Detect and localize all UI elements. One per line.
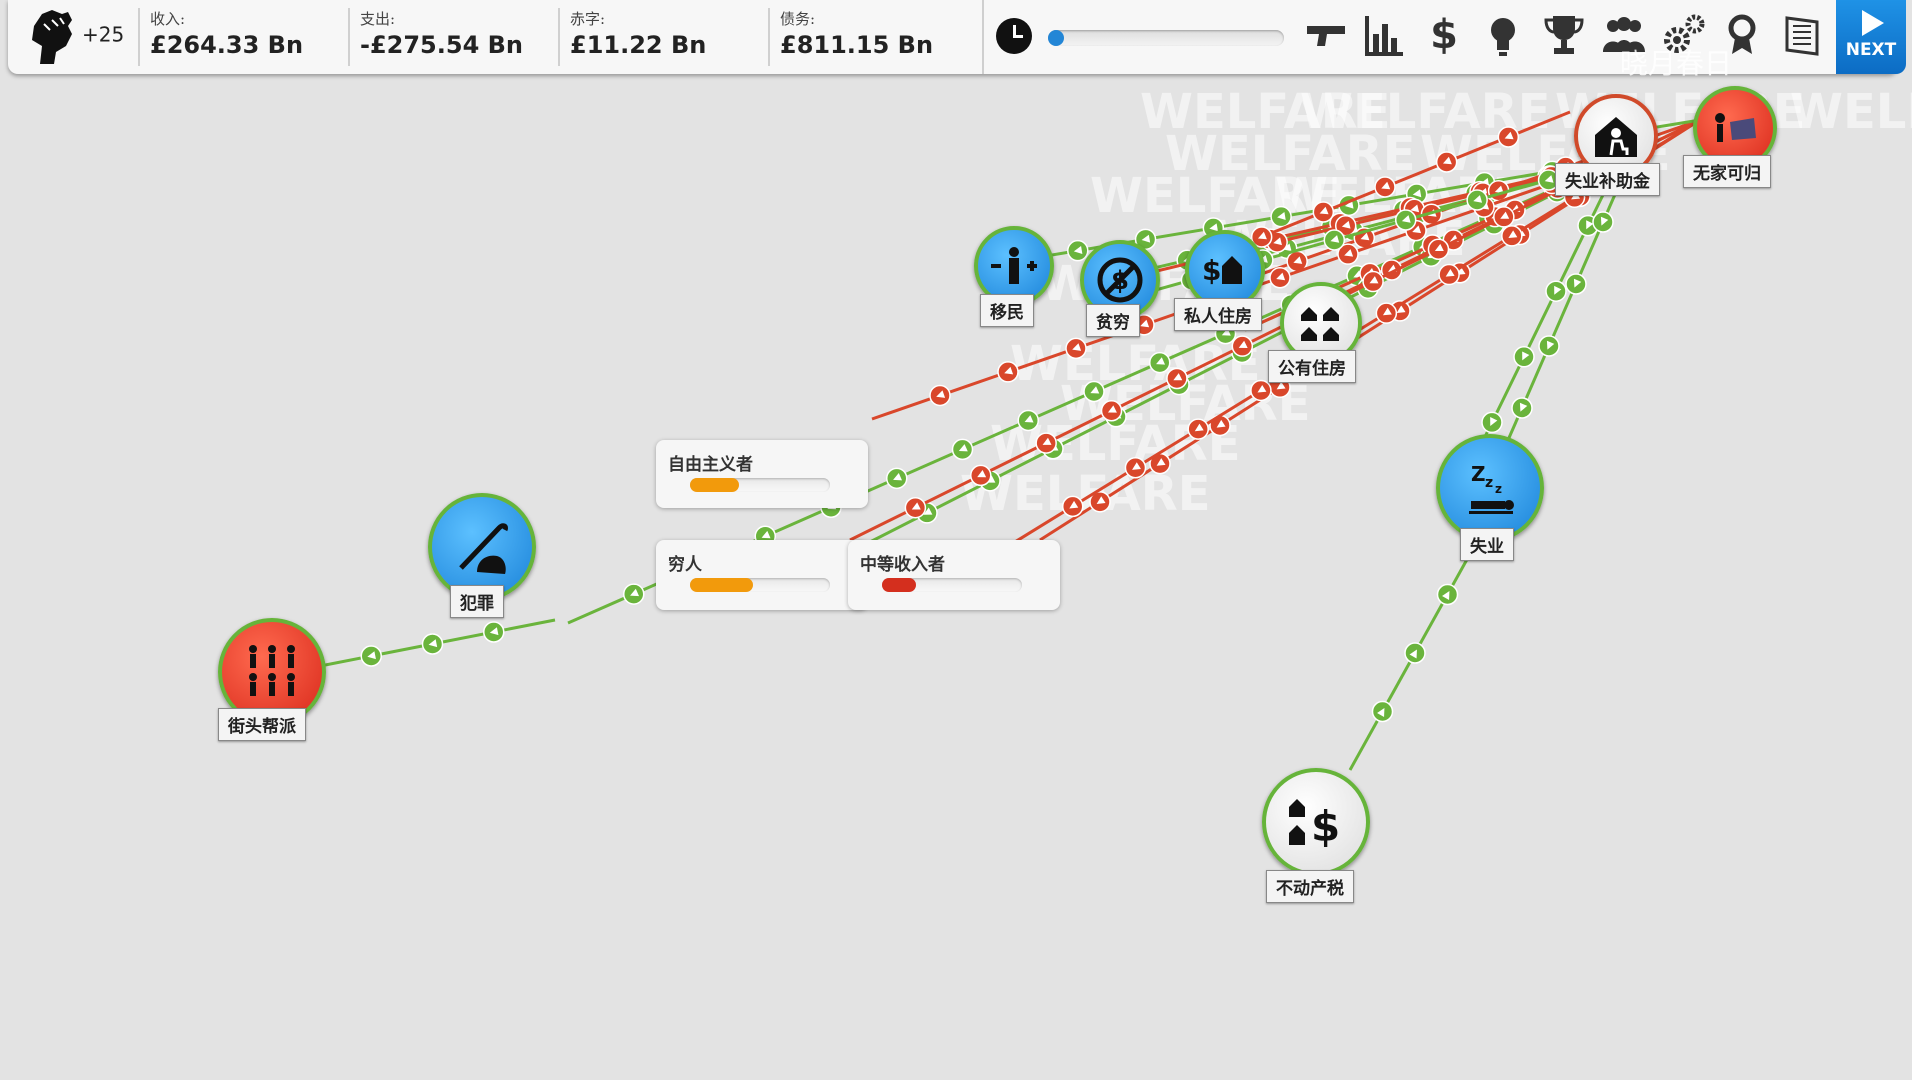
income-stat[interactable]: 收入: £264.33 Bn [138, 8, 340, 66]
street-gangs-label: 街头帮派 [218, 708, 306, 741]
svg-text:z: z [1485, 475, 1493, 491]
play-arrow-icon [1862, 10, 1884, 36]
top-bar: +25 收入: £264.33 Bn 支出: -£275.54 Bn 赤字: £… [8, 0, 1906, 74]
timeline-progress[interactable] [1048, 30, 1284, 46]
immigration-person-icon [991, 247, 1037, 284]
homeless-label: 无家可归 [1683, 155, 1771, 188]
trophy-icon[interactable] [1536, 4, 1592, 66]
debt-stat[interactable]: 债务: £811.15 Bn [768, 8, 970, 66]
private-housing-label: 私人住房 [1174, 298, 1262, 331]
debt-value: £811.15 Bn [780, 31, 934, 59]
svg-text:z: z [1495, 482, 1502, 496]
unemployment-node[interactable]: Zzz [1436, 434, 1544, 542]
middle-income-group-label: 中等收入者 [860, 555, 945, 575]
timeline-progress-fill [1048, 30, 1064, 46]
income-value: £264.33 Bn [150, 31, 304, 59]
svg-text:$: $ [1202, 254, 1221, 287]
poor-opinion-fill [690, 578, 753, 592]
poor-group-label: 穷人 [668, 555, 702, 575]
clock-icon [996, 18, 1032, 54]
svg-text:$: $ [1311, 802, 1340, 851]
crime-label: 犯罪 [450, 585, 504, 618]
lightbulb-icon[interactable] [1475, 4, 1531, 66]
liberal-group-label: 自由主义者 [668, 455, 753, 475]
sleeping-person-icon: Zzz [1469, 462, 1514, 514]
middle-income-opinion-fill [882, 578, 916, 592]
liberal-opinion-fill [690, 478, 739, 492]
unemployment-label: 失业 [1460, 528, 1514, 561]
liberal-group-panel[interactable]: 自由主义者 [656, 440, 868, 508]
newspaper-icon[interactable] [1776, 4, 1832, 66]
private-house-money-icon: $ [1202, 254, 1242, 287]
svg-text:$: $ [1111, 266, 1129, 296]
political-capital-icon [32, 10, 72, 64]
gang-people-icon [249, 645, 295, 696]
middle-income-group-panel[interactable]: 中等收入者 [848, 540, 1060, 610]
next-turn-button[interactable]: NEXT [1836, 0, 1906, 74]
political-capital: +25 [82, 16, 124, 51]
toolbar-separator [982, 0, 984, 74]
public-housing-label: 公有住房 [1268, 350, 1356, 383]
budget-dollar-icon[interactable]: $ [1416, 4, 1472, 66]
property-tax-label: 不动产税 [1266, 870, 1354, 903]
debt-label: 债务: [780, 10, 816, 28]
no-money-icon: $ [1097, 257, 1143, 303]
property-tax-node[interactable]: $ [1262, 768, 1370, 876]
deficit-stat[interactable]: 赤字: £11.22 Bn [558, 8, 760, 66]
poverty-label: 贫穷 [1086, 304, 1140, 337]
political-capital-value: +25 [82, 22, 125, 47]
public-houses-icon [1301, 307, 1339, 341]
homeless-person-icon [1715, 113, 1756, 142]
spending-stat[interactable]: 支出: -£275.54 Bn [348, 8, 550, 66]
spending-label: 支出: [360, 10, 396, 28]
deficit-label: 赤字: [570, 10, 606, 28]
spending-value: -£275.54 Bn [360, 31, 524, 59]
immigration-label: 移民 [980, 294, 1034, 327]
video-watermark: 晓月春日 [1620, 47, 1733, 80]
stats-chart-icon[interactable] [1356, 4, 1412, 66]
unemployment-benefit-label: 失业补助金 [1555, 163, 1660, 196]
gun-icon[interactable] [1298, 4, 1354, 66]
house-person-icon [1595, 117, 1637, 157]
income-label: 收入: [150, 10, 186, 28]
poor-group-panel[interactable]: 穷人 [656, 540, 868, 610]
deficit-value: £11.22 Bn [570, 31, 707, 59]
next-button-label: NEXT [1845, 40, 1897, 60]
svg-text:Z: Z [1471, 462, 1486, 486]
house-tax-icon: $ [1289, 799, 1340, 851]
crowbar-icon [459, 523, 508, 574]
